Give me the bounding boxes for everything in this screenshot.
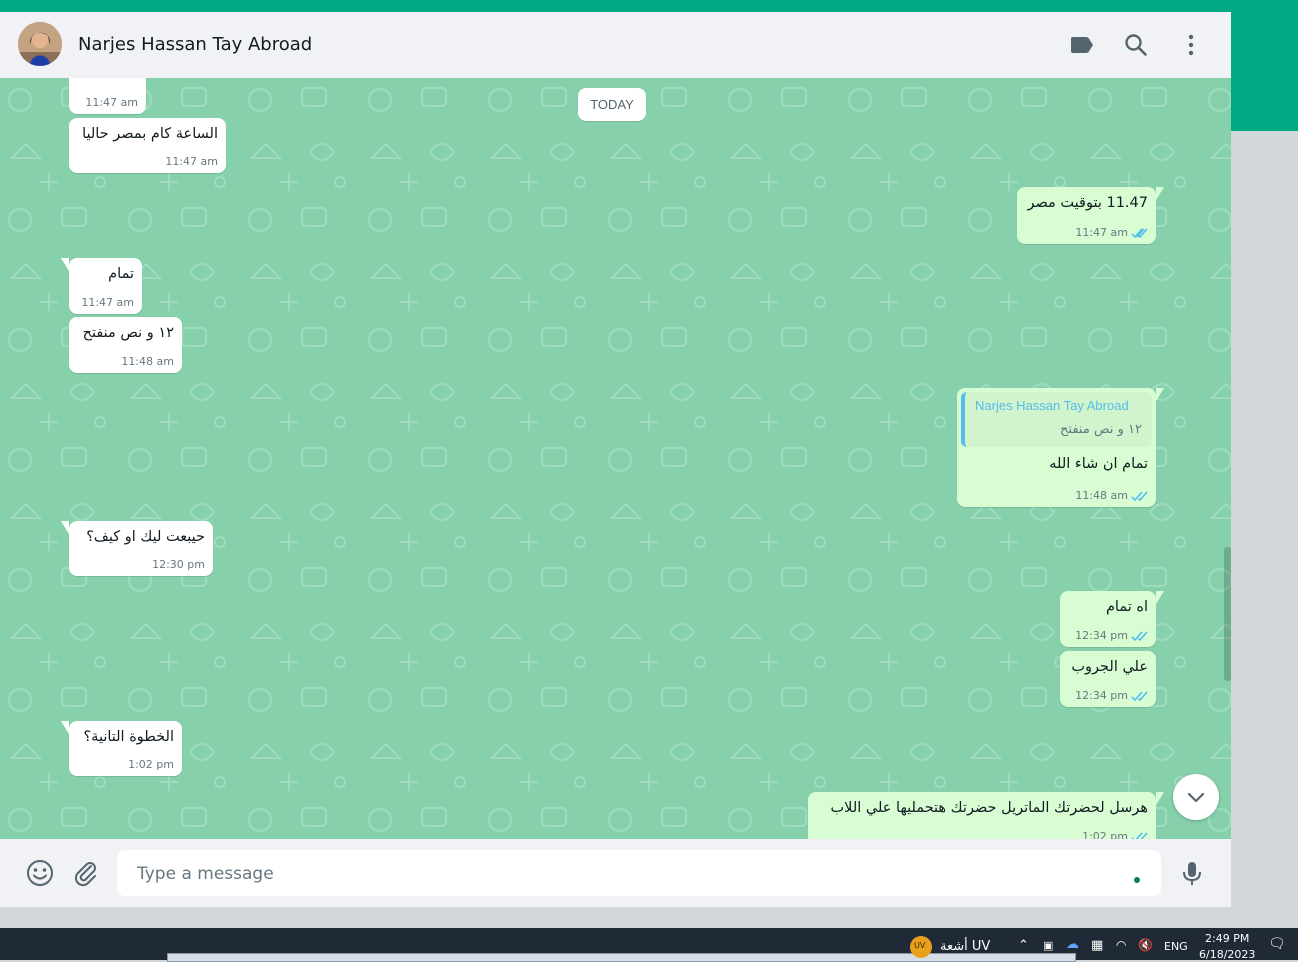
uv-badge-text: UV [914, 941, 926, 950]
message-outgoing[interactable]: 11.47 بتوقيت مصر 11:47 am [1017, 187, 1164, 244]
quoted-message[interactable]: Narjes Hassan Tay Abroad ١٢ و نص منفتح [961, 392, 1152, 447]
mic-icon[interactable] [1177, 858, 1207, 888]
read-ticks-icon [1131, 832, 1148, 839]
message-time: 11:47 am [1075, 226, 1128, 239]
message-outgoing[interactable]: اه تمام 12:34 pm [1060, 591, 1164, 647]
message-incoming[interactable]: الخطوة التانية؟ 1:02 pm [61, 721, 182, 776]
chat-scrollbar[interactable] [1224, 547, 1231, 681]
message-time: 1:02 pm [128, 758, 174, 771]
message-text: تمام ان شاء الله [1049, 456, 1148, 472]
message-time: 11:48 am [1075, 489, 1128, 502]
message-text: حيبعت ليك او كيف؟ [86, 529, 205, 545]
bubble-tail [1156, 792, 1164, 805]
bubble-tail [1156, 388, 1164, 401]
date-chip: TODAY [578, 88, 646, 121]
message-time: 11:47 am [85, 96, 138, 109]
side-accent-band [1231, 12, 1298, 131]
label-icon[interactable] [1069, 32, 1095, 58]
uv-weather-label[interactable]: أشعة UV [940, 939, 990, 954]
menu-icon[interactable] [1178, 32, 1204, 58]
bubble-tail [61, 258, 69, 271]
message-time: 11:47 am [165, 155, 218, 168]
message-time: 11:48 am [121, 355, 174, 368]
bubble-tail [1156, 187, 1164, 200]
language-indicator[interactable]: ENG [1164, 940, 1188, 953]
message-input-wrapper [117, 850, 1161, 898]
read-ticks-icon [1131, 691, 1148, 702]
message-outgoing[interactable]: Narjes Hassan Tay Abroad ١٢ و نص منفتح ت… [957, 388, 1164, 507]
bubble-tail [61, 721, 69, 734]
os-taskbar: UV أشعة UV ⌃ ▣ ☁ ▦ ◠ 🔇 ENG 2:49 PM 6/18/… [0, 928, 1298, 962]
avatar[interactable] [18, 22, 62, 66]
message-incoming[interactable]: ١٢ و نص منفتح 11:48 am [69, 317, 182, 373]
quoted-text: ١٢ و نص منفتح [1060, 422, 1142, 437]
app-tray-icon[interactable]: ▦ [1091, 938, 1103, 953]
device-icon[interactable]: ▣ [1043, 939, 1053, 952]
message-composer [0, 839, 1231, 907]
message-time: 12:34 pm [1075, 689, 1128, 702]
chat-header: Narjes Hassan Tay Abroad [0, 12, 1231, 78]
message-text: تمام [108, 266, 134, 282]
chevron-up-icon[interactable]: ⌃ [1018, 938, 1029, 953]
message-time: 12:34 pm [1075, 629, 1128, 642]
conversation-panel: TODAY 11:47 am الساعة كام بمصر حاليا 11:… [0, 78, 1231, 839]
quoted-author: Narjes Hassan Tay Abroad [975, 398, 1129, 413]
volume-mute-icon[interactable]: 🔇 [1138, 938, 1153, 952]
status-dot [1134, 877, 1140, 883]
message-text: هرسل لحضرتك الماتريل حضرتك هتحمليها علي … [830, 800, 1148, 816]
side-background [1231, 131, 1298, 928]
emoji-icon[interactable] [25, 858, 55, 888]
app-top-band [0, 0, 1298, 12]
bubble-tail [61, 521, 69, 534]
read-ticks-icon [1131, 228, 1148, 239]
message-input[interactable] [135, 850, 1119, 898]
message-incoming[interactable]: تمام 11:47 am [61, 258, 142, 314]
message-incoming[interactable]: 11:47 am [69, 78, 146, 114]
message-text: الساعة كام بمصر حاليا [82, 126, 218, 142]
message-time: 1:02 pm [1082, 830, 1128, 839]
wifi-icon[interactable]: ◠ [1116, 938, 1126, 952]
chat-window: Narjes Hassan Tay Abroad TODAY 11:47 am … [0, 12, 1231, 907]
taskbar-window-preview[interactable] [167, 953, 1076, 962]
message-text: الخطوة التانية؟ [83, 729, 174, 745]
contact-name[interactable]: Narjes Hassan Tay Abroad [78, 34, 312, 55]
message-text: اه تمام [1105, 599, 1148, 615]
chevron-down-icon [1187, 792, 1205, 803]
message-time: 12:30 pm [152, 558, 205, 571]
message-outgoing[interactable]: علي الجروب 12:34 pm [1060, 651, 1156, 707]
uv-badge[interactable]: UV [910, 936, 932, 958]
message-incoming[interactable]: الساعة كام بمصر حاليا 11:47 am [69, 118, 226, 173]
scroll-to-bottom-button[interactable] [1173, 774, 1219, 820]
notification-icon[interactable]: 🗨 [1268, 936, 1286, 952]
message-outgoing[interactable]: هرسل لحضرتك الماتريل حضرتك هتحمليها علي … [808, 792, 1164, 839]
read-ticks-icon [1131, 491, 1148, 502]
attach-icon[interactable] [71, 858, 101, 888]
clock-time[interactable]: 2:49 PM [1205, 932, 1249, 945]
clock-date[interactable]: 6/18/2023 [1199, 948, 1255, 961]
message-text: علي الجروب [1071, 659, 1148, 675]
read-ticks-icon [1131, 631, 1148, 642]
message-text: 11.47 بتوقيت مصر [1027, 195, 1148, 211]
message-text: ١٢ و نص منفتح [82, 325, 174, 341]
message-incoming[interactable]: حيبعت ليك او كيف؟ 12:30 pm [61, 521, 213, 576]
cloud-icon[interactable]: ☁ [1066, 937, 1079, 952]
bubble-tail [1156, 591, 1164, 604]
search-icon[interactable] [1123, 32, 1149, 58]
message-time: 11:47 am [81, 296, 134, 309]
